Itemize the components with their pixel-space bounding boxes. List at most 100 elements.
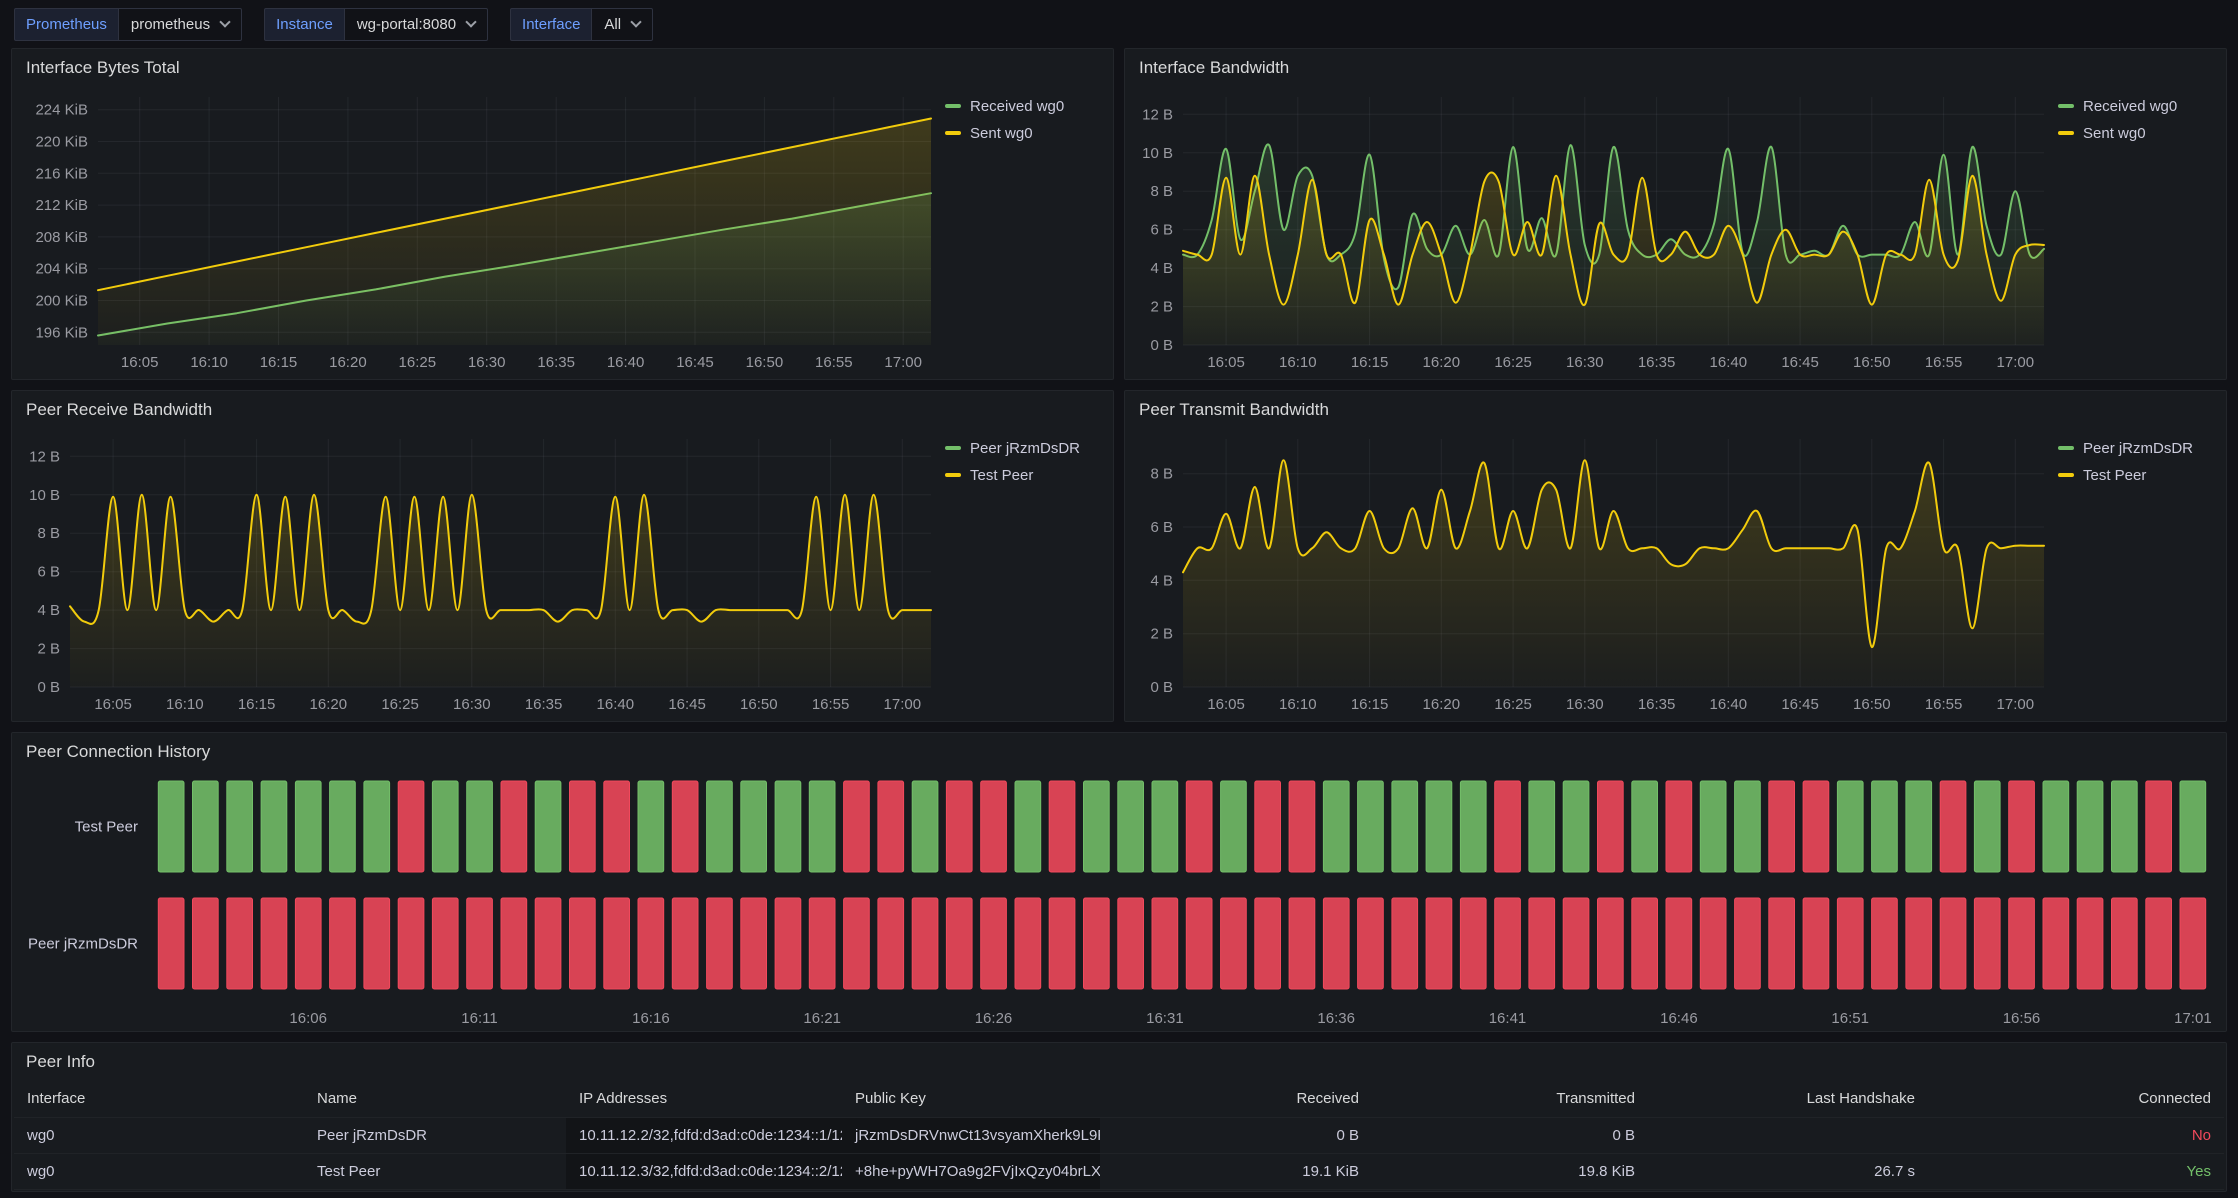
status-bar[interactable]	[878, 898, 904, 989]
peer-connection-history-chart[interactable]: Test PeerPeer jRzmDsDR16:0616:1116:1616:…	[12, 771, 2222, 1031]
panel-title[interactable]: Interface Bytes Total	[12, 49, 1113, 87]
panel-title[interactable]: Interface Bandwidth	[1125, 49, 2226, 87]
status-bar[interactable]	[741, 898, 767, 989]
column-header-name[interactable]: Name	[304, 1081, 566, 1117]
status-bar[interactable]	[261, 781, 287, 872]
status-bar[interactable]	[1803, 898, 1829, 989]
status-bar[interactable]	[1940, 898, 1966, 989]
status-bar[interactable]	[432, 898, 458, 989]
status-bar[interactable]	[844, 898, 870, 989]
status-bar[interactable]	[158, 781, 184, 872]
column-header-last-handshake[interactable]: Last Handshake	[1648, 1081, 1928, 1117]
interface-bytes-total-chart[interactable]: 16:0516:1016:1516:2016:2516:3016:3516:40…	[18, 87, 939, 375]
status-bar[interactable]	[1152, 781, 1178, 872]
status-bar[interactable]	[1906, 898, 1932, 989]
status-bar[interactable]	[1289, 898, 1315, 989]
status-bar[interactable]	[1837, 898, 1863, 989]
status-bar[interactable]	[1084, 781, 1110, 872]
status-bar[interactable]	[878, 781, 904, 872]
legend-item[interactable]: Received wg0	[2058, 95, 2214, 117]
status-bar[interactable]	[1735, 781, 1761, 872]
status-bar[interactable]	[809, 898, 835, 989]
status-bar[interactable]	[432, 781, 458, 872]
status-bar[interactable]	[2112, 898, 2138, 989]
status-bar[interactable]	[1940, 781, 1966, 872]
status-bar[interactable]	[1392, 781, 1418, 872]
status-bar[interactable]	[501, 898, 527, 989]
status-bar[interactable]	[638, 898, 664, 989]
status-bar[interactable]	[1495, 781, 1521, 872]
status-bar[interactable]	[1529, 898, 1555, 989]
column-header-transmitted[interactable]: Transmitted	[1372, 1081, 1648, 1117]
status-bar[interactable]	[1289, 781, 1315, 872]
peer-transmit-bandwidth-chart[interactable]: 16:0516:1016:1516:2016:2516:3016:3516:40…	[1131, 429, 2052, 717]
status-bar[interactable]	[364, 898, 390, 989]
column-header-ip-addresses[interactable]: IP Addresses	[566, 1081, 842, 1117]
status-bar[interactable]	[1358, 898, 1384, 989]
status-bar[interactable]	[741, 781, 767, 872]
status-bar[interactable]	[1735, 898, 1761, 989]
status-bar[interactable]	[535, 898, 561, 989]
status-bar[interactable]	[2180, 898, 2206, 989]
status-bar[interactable]	[2180, 781, 2206, 872]
status-bar[interactable]	[2009, 898, 2035, 989]
status-bar[interactable]	[775, 781, 801, 872]
status-bar[interactable]	[535, 781, 561, 872]
status-bar[interactable]	[1803, 781, 1829, 872]
status-bar[interactable]	[1392, 898, 1418, 989]
status-bar[interactable]	[2009, 781, 2035, 872]
status-bar[interactable]	[1495, 898, 1521, 989]
status-bar[interactable]	[295, 898, 321, 989]
status-bar[interactable]	[844, 781, 870, 872]
status-bar[interactable]	[1323, 781, 1349, 872]
status-bar[interactable]	[912, 898, 938, 989]
panel-title[interactable]: Peer Receive Bandwidth	[12, 391, 1113, 429]
status-bar[interactable]	[912, 781, 938, 872]
status-bar[interactable]	[2077, 781, 2103, 872]
status-bar[interactable]	[467, 781, 493, 872]
status-bar[interactable]	[1323, 898, 1349, 989]
variable-select-interface[interactable]: All	[591, 8, 653, 41]
status-bar[interactable]	[707, 781, 733, 872]
status-bar[interactable]	[707, 898, 733, 989]
status-bar[interactable]	[1666, 781, 1692, 872]
status-bar[interactable]	[1118, 898, 1144, 989]
status-bar[interactable]	[1015, 898, 1041, 989]
status-bar[interactable]	[1015, 781, 1041, 872]
status-bar[interactable]	[1598, 898, 1624, 989]
column-header-public-key[interactable]: Public Key	[842, 1081, 1100, 1117]
status-bar[interactable]	[1872, 781, 1898, 872]
status-bar[interactable]	[981, 898, 1007, 989]
status-bar[interactable]	[1974, 898, 2000, 989]
status-bar[interactable]	[1426, 781, 1452, 872]
status-bar[interactable]	[398, 898, 424, 989]
legend-item[interactable]: Received wg0	[945, 95, 1101, 117]
status-bar[interactable]	[1700, 781, 1726, 872]
panel-title[interactable]: Peer Info	[12, 1043, 2226, 1081]
panel-title[interactable]: Peer Transmit Bandwidth	[1125, 391, 2226, 429]
status-bar[interactable]	[1358, 781, 1384, 872]
status-bar[interactable]	[1769, 781, 1795, 872]
status-bar[interactable]	[364, 781, 390, 872]
legend-item[interactable]: Test Peer	[945, 464, 1101, 486]
status-bar[interactable]	[1221, 898, 1247, 989]
status-bar[interactable]	[570, 781, 596, 872]
column-header-interface[interactable]: Interface	[14, 1081, 304, 1117]
status-bar[interactable]	[638, 781, 664, 872]
status-bar[interactable]	[1837, 781, 1863, 872]
status-bar[interactable]	[261, 898, 287, 989]
status-bar[interactable]	[1632, 781, 1658, 872]
variable-select-instance[interactable]: wg-portal:8080	[344, 8, 488, 41]
status-bar[interactable]	[1084, 898, 1110, 989]
status-bar[interactable]	[1460, 781, 1486, 872]
status-bar[interactable]	[1769, 898, 1795, 989]
column-header-received[interactable]: Received	[1100, 1081, 1372, 1117]
status-bar[interactable]	[2077, 898, 2103, 989]
status-bar[interactable]	[2043, 898, 2069, 989]
status-bar[interactable]	[2043, 781, 2069, 872]
status-bar[interactable]	[570, 898, 596, 989]
status-bar[interactable]	[467, 898, 493, 989]
status-bar[interactable]	[1426, 898, 1452, 989]
status-bar[interactable]	[1186, 781, 1212, 872]
status-bar[interactable]	[1872, 898, 1898, 989]
